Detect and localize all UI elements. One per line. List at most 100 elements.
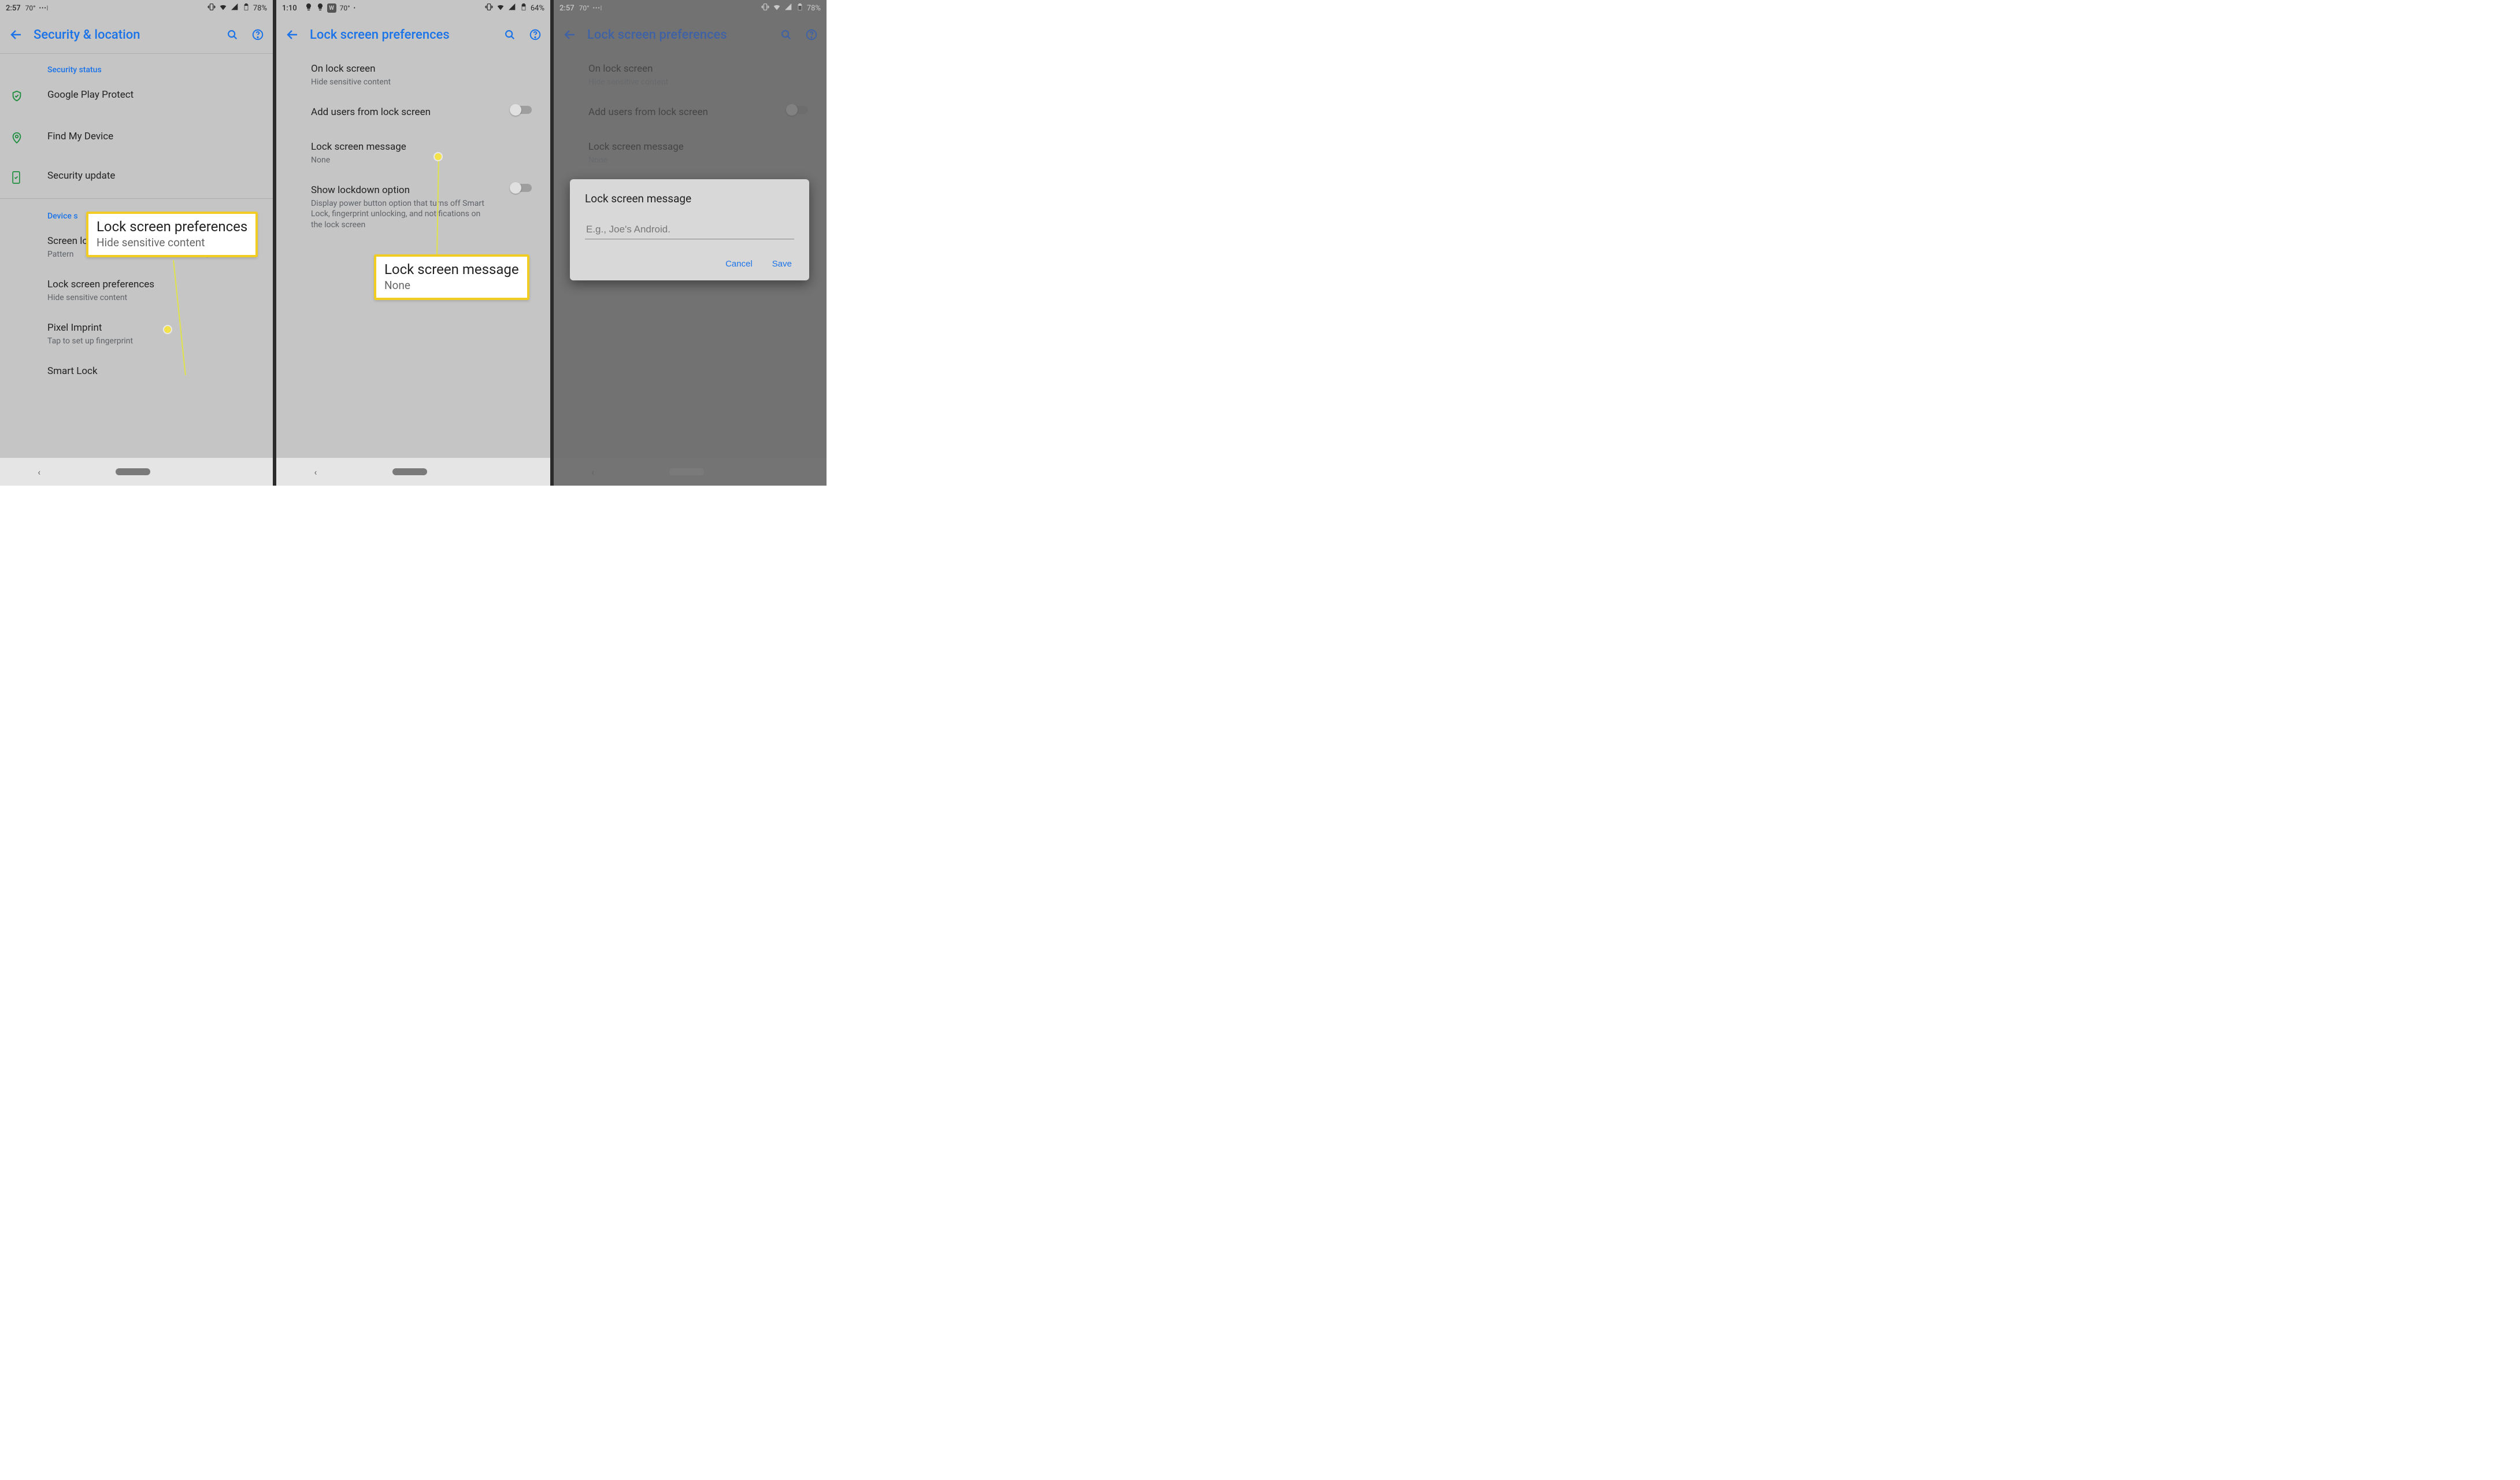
app-bar: Lock screen preferences	[276, 16, 550, 53]
search-button[interactable]	[220, 28, 245, 41]
row-subtitle: Hide sensitive content	[47, 293, 262, 303]
page-title: Security & location	[30, 28, 220, 42]
pin-icon	[10, 131, 23, 144]
row-lock-screen-message: Lock screen message None	[554, 131, 827, 175]
status-battery: 78%	[253, 4, 267, 13]
nav-back-button[interactable]: ‹	[314, 467, 317, 478]
settings-content: On lock screen Hide sensitive content Ad…	[276, 53, 550, 239]
toggle-add-users	[787, 106, 808, 114]
shield-check-icon	[10, 90, 23, 102]
row-title: Add users from lock screen	[588, 106, 779, 119]
nav-home-pill[interactable]	[392, 468, 427, 475]
back-button[interactable]	[2, 28, 30, 42]
toggle-lockdown[interactable]	[511, 184, 532, 192]
callout-title: Lock screen preferences	[97, 219, 247, 235]
nav-bar: ‹	[276, 458, 550, 486]
help-icon	[529, 28, 542, 41]
vibrate-icon	[484, 2, 494, 14]
nav-home-pill[interactable]	[669, 468, 704, 475]
row-title: Show lockdown option	[311, 184, 503, 197]
callout-lock-screen-message: Lock screen message None	[374, 254, 529, 300]
row-add-users[interactable]: Add users from lock screen	[276, 97, 550, 131]
row-pixel-imprint[interactable]: Pixel Imprint Tap to set up fingerprint	[0, 312, 273, 356]
back-button[interactable]	[279, 28, 306, 42]
help-icon	[251, 28, 264, 41]
row-title: On lock screen	[588, 62, 816, 76]
app-badge-icon: W	[327, 3, 336, 13]
status-bar: 1:10 W 70° • 64%	[276, 0, 550, 16]
back-button[interactable]	[556, 28, 584, 42]
row-play-protect[interactable]: Google Play Protect	[0, 79, 273, 114]
help-icon	[805, 28, 818, 41]
signal-icon	[230, 2, 239, 14]
toggle-add-users[interactable]	[511, 106, 532, 114]
status-extra: •	[354, 5, 356, 12]
row-title: Find My Device	[47, 130, 262, 143]
search-icon	[503, 28, 516, 41]
row-subtitle: Tap to set up fingerprint	[47, 336, 262, 346]
row-smart-lock[interactable]: Smart Lock	[0, 356, 273, 390]
dialog-lock-screen-message: Lock screen message Cancel Save	[570, 179, 809, 280]
vibrate-icon	[207, 2, 216, 14]
row-find-device[interactable]: Find My Device	[0, 114, 273, 153]
row-lock-screen-message[interactable]: Lock screen message None	[276, 131, 550, 175]
save-button[interactable]: Save	[770, 256, 794, 272]
row-subtitle: Display power button option that turns o…	[311, 198, 484, 230]
phone-check-icon	[10, 171, 22, 184]
status-extra: •••|	[593, 5, 603, 12]
panel-lock-screen-preferences: 1:10 W 70° • 64% Lock screen preferences…	[276, 0, 550, 486]
tutorial-composite: 2:57 70° •••| 78% Security & location Se…	[0, 0, 827, 486]
status-battery: 78%	[807, 4, 821, 13]
panel-lock-screen-message-dialog: 2:57 70° •••| 78% Lock screen preference…	[554, 0, 827, 486]
arrow-left-icon	[563, 28, 577, 42]
search-icon	[780, 28, 792, 41]
callout-subtitle: Hide sensitive content	[97, 236, 247, 249]
settings-content-dimmed: On lock screen Hide sensitive content Ad…	[554, 53, 827, 175]
bulb-icon	[316, 2, 325, 14]
wifi-icon	[772, 2, 781, 14]
help-button[interactable]	[522, 28, 548, 41]
annotation-node	[164, 326, 171, 333]
row-lock-screen-preferences[interactable]: Lock screen preferences Hide sensitive c…	[0, 269, 273, 312]
status-temp: 70°	[579, 4, 590, 12]
status-bar: 2:57 70° •••| 78%	[554, 0, 827, 16]
row-add-users: Add users from lock screen	[554, 97, 827, 131]
status-time: 1:10	[282, 4, 297, 13]
cancel-button[interactable]: Cancel	[723, 256, 755, 272]
help-button[interactable]	[245, 28, 270, 41]
nav-back-button[interactable]: ‹	[591, 467, 594, 478]
arrow-left-icon	[9, 28, 23, 42]
nav-home-pill[interactable]	[116, 468, 150, 475]
callout-subtitle: None	[384, 279, 519, 292]
wifi-icon	[496, 2, 505, 14]
nav-bar: ‹	[0, 458, 273, 486]
lock-message-input[interactable]	[585, 220, 794, 239]
row-show-lockdown[interactable]: Show lockdown option Display power butto…	[276, 175, 550, 239]
status-battery: 64%	[531, 4, 544, 13]
page-title: Lock screen preferences	[584, 28, 773, 42]
search-button[interactable]	[497, 28, 522, 41]
row-on-lock-screen[interactable]: On lock screen Hide sensitive content	[276, 53, 550, 97]
status-temp: 70°	[25, 4, 36, 12]
row-subtitle: Hide sensitive content	[588, 77, 816, 87]
signal-icon	[507, 2, 517, 14]
row-title: On lock screen	[311, 62, 540, 76]
app-bar: Security & location	[0, 16, 273, 53]
section-header-security-status: Security status	[0, 54, 273, 79]
row-on-lock-screen: On lock screen Hide sensitive content	[554, 53, 827, 97]
row-title: Smart Lock	[47, 365, 262, 378]
row-subtitle: Hide sensitive content	[311, 77, 540, 87]
battery-icon	[519, 2, 528, 14]
row-subtitle: None	[588, 155, 816, 165]
annotation-node	[435, 153, 442, 160]
row-title: Google Play Protect	[47, 88, 262, 102]
app-bar: Lock screen preferences	[554, 16, 827, 53]
nav-back-button[interactable]: ‹	[38, 467, 40, 478]
status-bar: 2:57 70° •••| 78%	[0, 0, 273, 16]
row-title: Add users from lock screen	[311, 106, 503, 119]
search-button[interactable]	[773, 28, 799, 41]
row-title: Pixel Imprint	[47, 321, 262, 335]
wifi-icon	[218, 2, 228, 14]
row-security-update[interactable]: Security update	[0, 153, 273, 194]
help-button[interactable]	[799, 28, 824, 41]
